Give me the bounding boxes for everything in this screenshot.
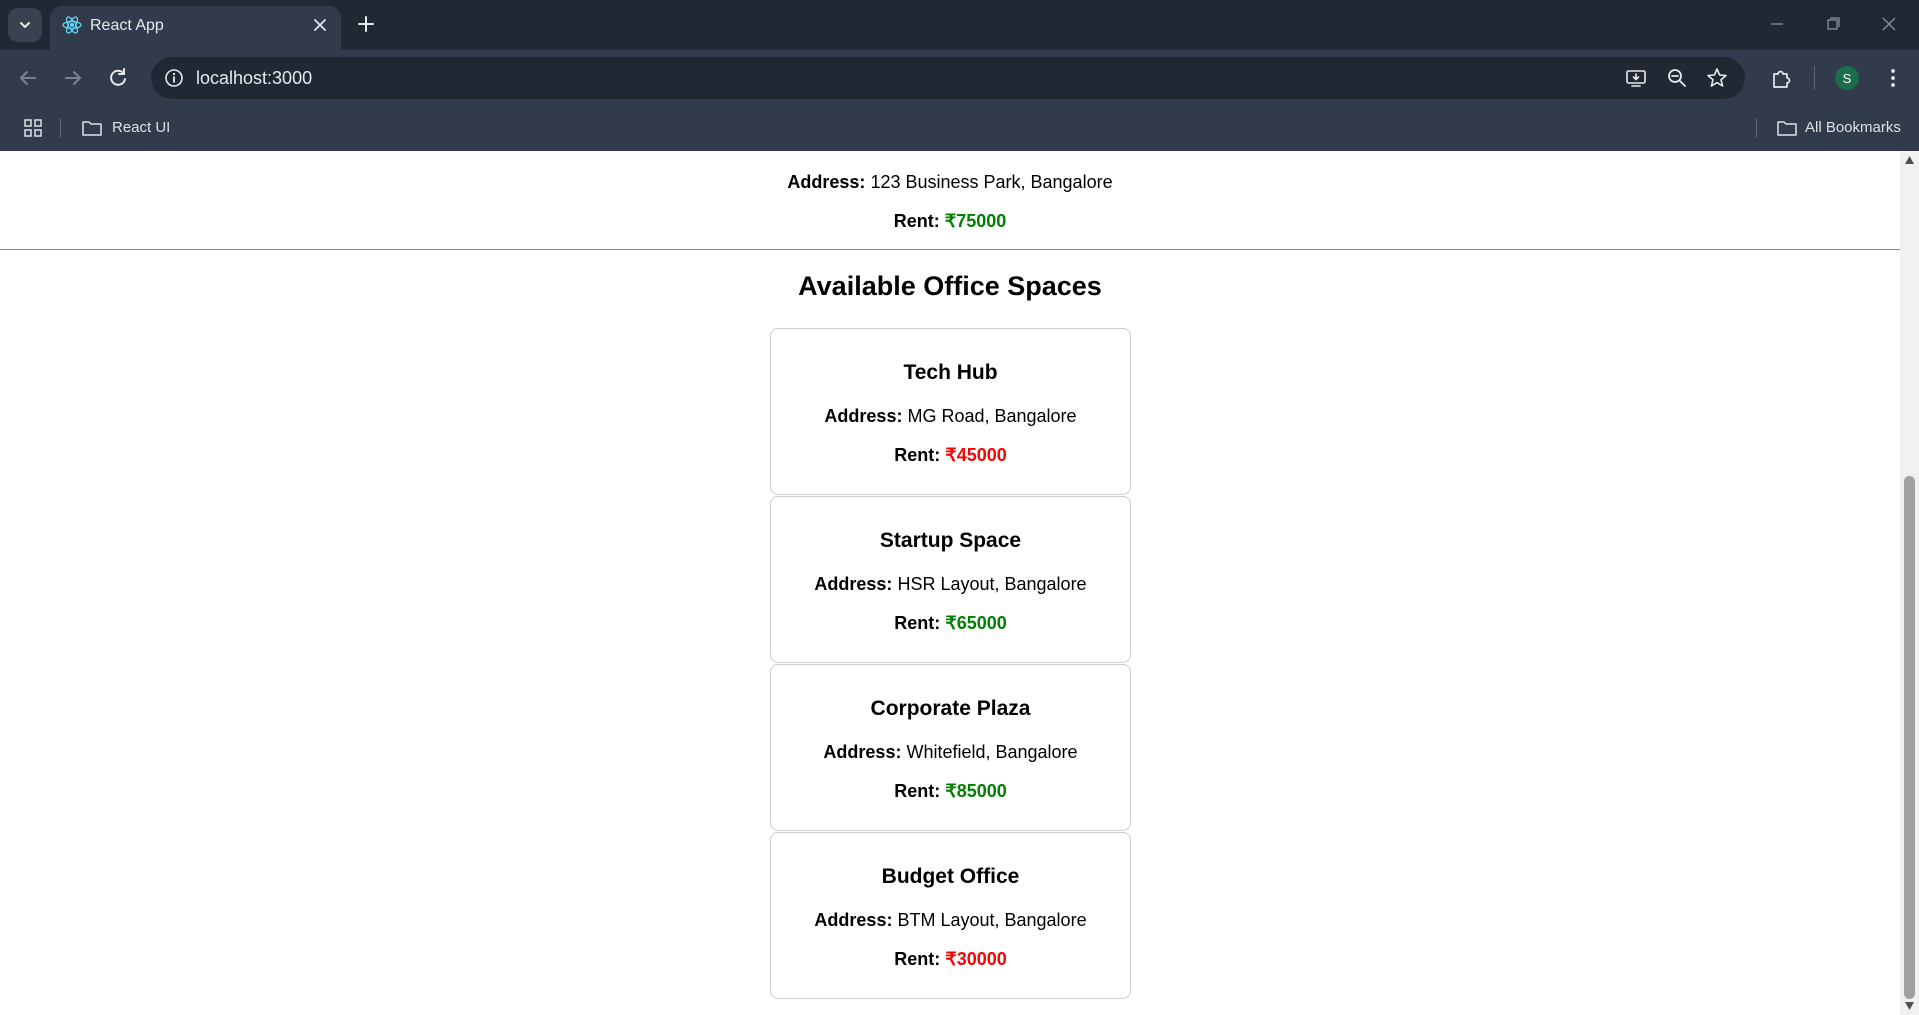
arrow-right-icon[interactable] bbox=[60, 65, 86, 91]
bookmarks-separator bbox=[60, 118, 61, 138]
chevron-down-icon bbox=[20, 22, 30, 28]
address-label: Address: bbox=[787, 172, 866, 192]
profile-initial: S bbox=[1842, 70, 1852, 86]
office-card: Startup Space Address: HSR Layout, Banga… bbox=[770, 496, 1131, 663]
rent-label: Rent: bbox=[893, 211, 940, 231]
selected-office-address: Address: 123 Business Park, Bangalore bbox=[0, 172, 1900, 193]
react-logo-icon bbox=[62, 16, 82, 34]
restore-icon[interactable] bbox=[1821, 12, 1845, 36]
address-value: HSR Layout, Bangalore bbox=[897, 574, 1087, 594]
address-value: MG Road, Bangalore bbox=[907, 406, 1077, 426]
address-value: Whitefield, Bangalore bbox=[906, 742, 1078, 762]
rent-value: ₹30000 bbox=[945, 949, 1007, 969]
divider bbox=[0, 249, 1900, 250]
rent-value: ₹85000 bbox=[945, 781, 1007, 801]
scroll-thumb[interactable] bbox=[1904, 476, 1915, 999]
office-address: Address: Whitefield, Bangalore bbox=[771, 742, 1130, 763]
address-value: BTM Layout, Bangalore bbox=[897, 910, 1087, 930]
office-rent: Rent: ₹45000 bbox=[771, 445, 1130, 466]
rent-value: ₹75000 bbox=[944, 211, 1007, 231]
plus-icon[interactable] bbox=[354, 12, 378, 36]
browser-chrome: React App localhost:3000 S React UI All … bbox=[0, 0, 1919, 151]
office-address: Address: BTM Layout, Bangalore bbox=[771, 910, 1130, 931]
rent-label: Rent: bbox=[894, 949, 941, 969]
address-label: Address: bbox=[823, 742, 902, 762]
office-address: Address: MG Road, Bangalore bbox=[771, 406, 1130, 427]
office-name: Budget Office bbox=[881, 865, 1020, 888]
star-icon[interactable] bbox=[1705, 66, 1729, 90]
selected-office-rent: Rent: ₹75000 bbox=[0, 211, 1900, 232]
address-bar[interactable]: localhost:3000 bbox=[151, 57, 1745, 99]
bookmarks-bar: React UI All Bookmarks bbox=[0, 108, 1919, 151]
address-label: Address: bbox=[814, 910, 893, 930]
scroll-up-arrow-icon[interactable] bbox=[1904, 155, 1915, 165]
rent-value: ₹45000 bbox=[945, 445, 1007, 465]
tab-strip: React App bbox=[0, 0, 1919, 50]
tab-react-app[interactable]: React App bbox=[50, 6, 341, 50]
info-icon[interactable] bbox=[163, 67, 185, 89]
office-name: Startup Space bbox=[879, 529, 1022, 552]
minimize-icon[interactable] bbox=[1765, 12, 1789, 36]
office-card: Corporate Plaza Address: Whitefield, Ban… bbox=[770, 664, 1131, 831]
office-name: Corporate Plaza bbox=[870, 697, 1031, 720]
page-viewport: Address: 123 Business Park, Bangalore Re… bbox=[0, 151, 1900, 1015]
avatar[interactable]: S bbox=[1835, 66, 1859, 90]
install-app-icon[interactable] bbox=[1624, 66, 1648, 90]
url-text[interactable]: localhost:3000 bbox=[196, 68, 312, 89]
folder-icon bbox=[1777, 121, 1797, 136]
scroll-down-arrow-icon[interactable] bbox=[1904, 1001, 1915, 1011]
toolbar-separator bbox=[1814, 66, 1815, 90]
page-scrollbar[interactable] bbox=[1900, 151, 1919, 1015]
all-bookmarks-label: All Bookmarks bbox=[1805, 119, 1901, 136]
puzzle-icon[interactable] bbox=[1769, 65, 1795, 91]
office-rent: Rent: ₹65000 bbox=[771, 613, 1130, 634]
arrow-left-icon[interactable] bbox=[15, 65, 41, 91]
window-close-icon[interactable] bbox=[1877, 12, 1901, 36]
office-rent: Rent: ₹85000 bbox=[771, 781, 1130, 802]
reload-icon[interactable] bbox=[105, 65, 131, 91]
tab-search-button[interactable] bbox=[8, 8, 42, 42]
rent-label: Rent: bbox=[894, 613, 941, 633]
office-card: Budget Office Address: BTM Layout, Banga… bbox=[770, 832, 1131, 999]
office-rent: Rent: ₹30000 bbox=[771, 949, 1130, 970]
bookmarks-separator bbox=[1756, 118, 1757, 138]
office-name: Tech Hub bbox=[903, 361, 998, 384]
bookmark-label: React UI bbox=[112, 119, 171, 136]
address-value: 123 Business Park, Bangalore bbox=[870, 172, 1113, 192]
rent-label: Rent: bbox=[894, 445, 941, 465]
zoom-out-icon[interactable] bbox=[1665, 66, 1689, 90]
tab-title: React App bbox=[90, 17, 164, 34]
apps-grid-icon[interactable] bbox=[22, 117, 44, 139]
page-title: Available Office Spaces bbox=[798, 271, 1102, 301]
address-label: Address: bbox=[814, 574, 893, 594]
close-icon[interactable] bbox=[311, 16, 329, 34]
folder-icon bbox=[82, 121, 102, 136]
kebab-menu-icon[interactable] bbox=[1880, 65, 1906, 91]
office-address: Address: HSR Layout, Bangalore bbox=[771, 574, 1130, 595]
navigation-bar: localhost:3000 S bbox=[0, 50, 1919, 108]
office-card: Tech Hub Address: MG Road, Bangalore Ren… bbox=[770, 328, 1131, 495]
rent-label: Rent: bbox=[894, 781, 941, 801]
address-label: Address: bbox=[824, 406, 903, 426]
rent-value: ₹65000 bbox=[945, 613, 1007, 633]
